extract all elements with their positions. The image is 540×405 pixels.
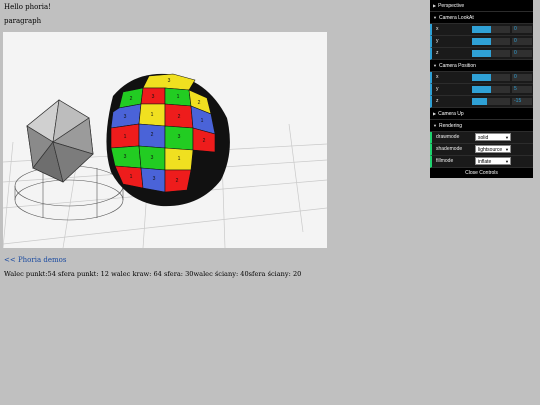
svg-text:1: 1 [130,174,133,180]
page-heading: Hello phoria! [4,3,51,11]
folder-title-label: Camera Position [438,63,476,69]
control-label: y [436,86,439,92]
svg-text:2: 2 [198,100,201,106]
position-z-slider[interactable] [472,98,510,105]
lookat-x-control[interactable]: x 0 [430,24,533,36]
collapsed-triangle-icon: ▶ [433,111,437,116]
fillmode-select[interactable]: inflate ▼ [475,157,511,165]
slider-fill [472,98,488,105]
svg-text:2: 2 [176,178,179,184]
select-value: solid [478,135,489,141]
chevron-down-icon: ▼ [505,159,509,164]
svg-text:3: 3 [168,78,171,84]
shademode-select[interactable]: lightsource ▼ [475,145,511,153]
slider-fill [472,50,491,57]
colored-sphere: 3 2 3 1 2 3 1 2 1 1 2 3 2 3 3 1 1 3 2 [106,73,230,207]
control-label: x [436,26,439,32]
folder-title-label: Rendering [438,123,463,129]
lookat-z-input[interactable]: 0 [512,50,532,57]
lookat-y-input[interactable]: 0 [512,38,532,45]
control-label: y [436,38,439,44]
drawmode-control[interactable]: drawmode solid ▼ [430,132,533,144]
shademode-control[interactable]: shademode lightsource ▼ [430,144,533,156]
control-label: drawmode [436,134,460,140]
position-y-input[interactable]: 5 [512,86,532,93]
stats-text: Walec punkt:54 sfera punkt: 12 walec kra… [4,270,302,278]
svg-text:2: 2 [203,138,206,144]
position-z-input[interactable]: -15 [512,98,532,105]
svg-text:2: 2 [178,114,181,120]
lookat-y-control[interactable]: y 0 [430,36,533,48]
svg-text:2: 2 [130,96,133,102]
folder-camera-position[interactable]: ▼ Camera Position [430,60,533,72]
folder-camera-up[interactable]: ▶ Camera Up [430,108,533,120]
control-label: z [436,50,439,56]
folder-title-label: Camera Up [438,111,464,117]
svg-text:3: 3 [178,134,181,140]
lookat-x-slider[interactable] [472,26,510,33]
fillmode-control[interactable]: fillmode inflate ▼ [430,156,533,168]
svg-text:1: 1 [151,112,154,118]
folder-title-label: Camera LookAt [438,15,474,21]
lookat-y-slider[interactable] [472,38,510,45]
position-x-slider[interactable] [472,74,510,81]
svg-text:1: 1 [178,156,181,162]
expanded-triangle-icon: ▼ [433,15,437,20]
controls-panel: ▶ Perspective ▼ Camera LookAt x 0 y 0 z 0 … [430,0,533,178]
control-label: x [436,74,439,80]
chevron-down-icon: ▼ [505,147,509,152]
render-canvas[interactable]: 3 2 3 1 2 3 1 2 1 1 2 3 2 3 3 1 1 3 2 [3,32,327,248]
folder-title-label: Perspective [438,3,465,9]
svg-text:3: 3 [124,114,127,120]
lookat-x-input[interactable]: 0 [512,26,532,33]
svg-text:3: 3 [124,154,127,160]
select-value: lightsource [478,147,503,153]
position-x-input[interactable]: 0 [512,74,532,81]
slider-fill [472,86,491,93]
svg-text:3: 3 [153,176,156,182]
lookat-z-control[interactable]: z 0 [430,48,533,60]
slider-fill [472,26,491,33]
paragraph-text: paragraph [4,17,42,25]
back-to-demos-link[interactable]: << Phoria demos [4,256,66,264]
lookat-z-slider[interactable] [472,50,510,57]
svg-text:1: 1 [201,118,204,124]
control-label: shademode [436,146,463,152]
collapsed-triangle-icon: ▶ [433,3,437,8]
svg-text:1: 1 [124,134,127,140]
close-controls-button[interactable]: Close Controls [430,168,533,178]
folder-camera-lookat[interactable]: ▼ Camera LookAt [430,12,533,24]
position-y-control[interactable]: y 5 [430,84,533,96]
control-label: fillmode [436,158,454,164]
select-value: inflate [478,159,492,165]
folder-perspective[interactable]: ▶ Perspective [430,0,533,12]
svg-text:1: 1 [177,94,180,100]
icosahedron-shape [26,99,94,183]
chevron-down-icon: ▼ [505,135,509,140]
drawmode-select[interactable]: solid ▼ [475,133,511,141]
slider-fill [472,38,491,45]
svg-text:2: 2 [151,132,154,138]
slider-fill [472,74,491,81]
position-x-control[interactable]: x 0 [430,72,533,84]
expanded-triangle-icon: ▼ [433,123,437,128]
svg-text:3: 3 [151,155,154,161]
control-label: z [436,98,439,104]
position-y-slider[interactable] [472,86,510,93]
folder-rendering[interactable]: ▼ Rendering [430,120,533,132]
svg-text:3: 3 [152,94,155,100]
expanded-triangle-icon: ▼ [433,63,437,68]
position-z-control[interactable]: z -15 [430,96,533,108]
